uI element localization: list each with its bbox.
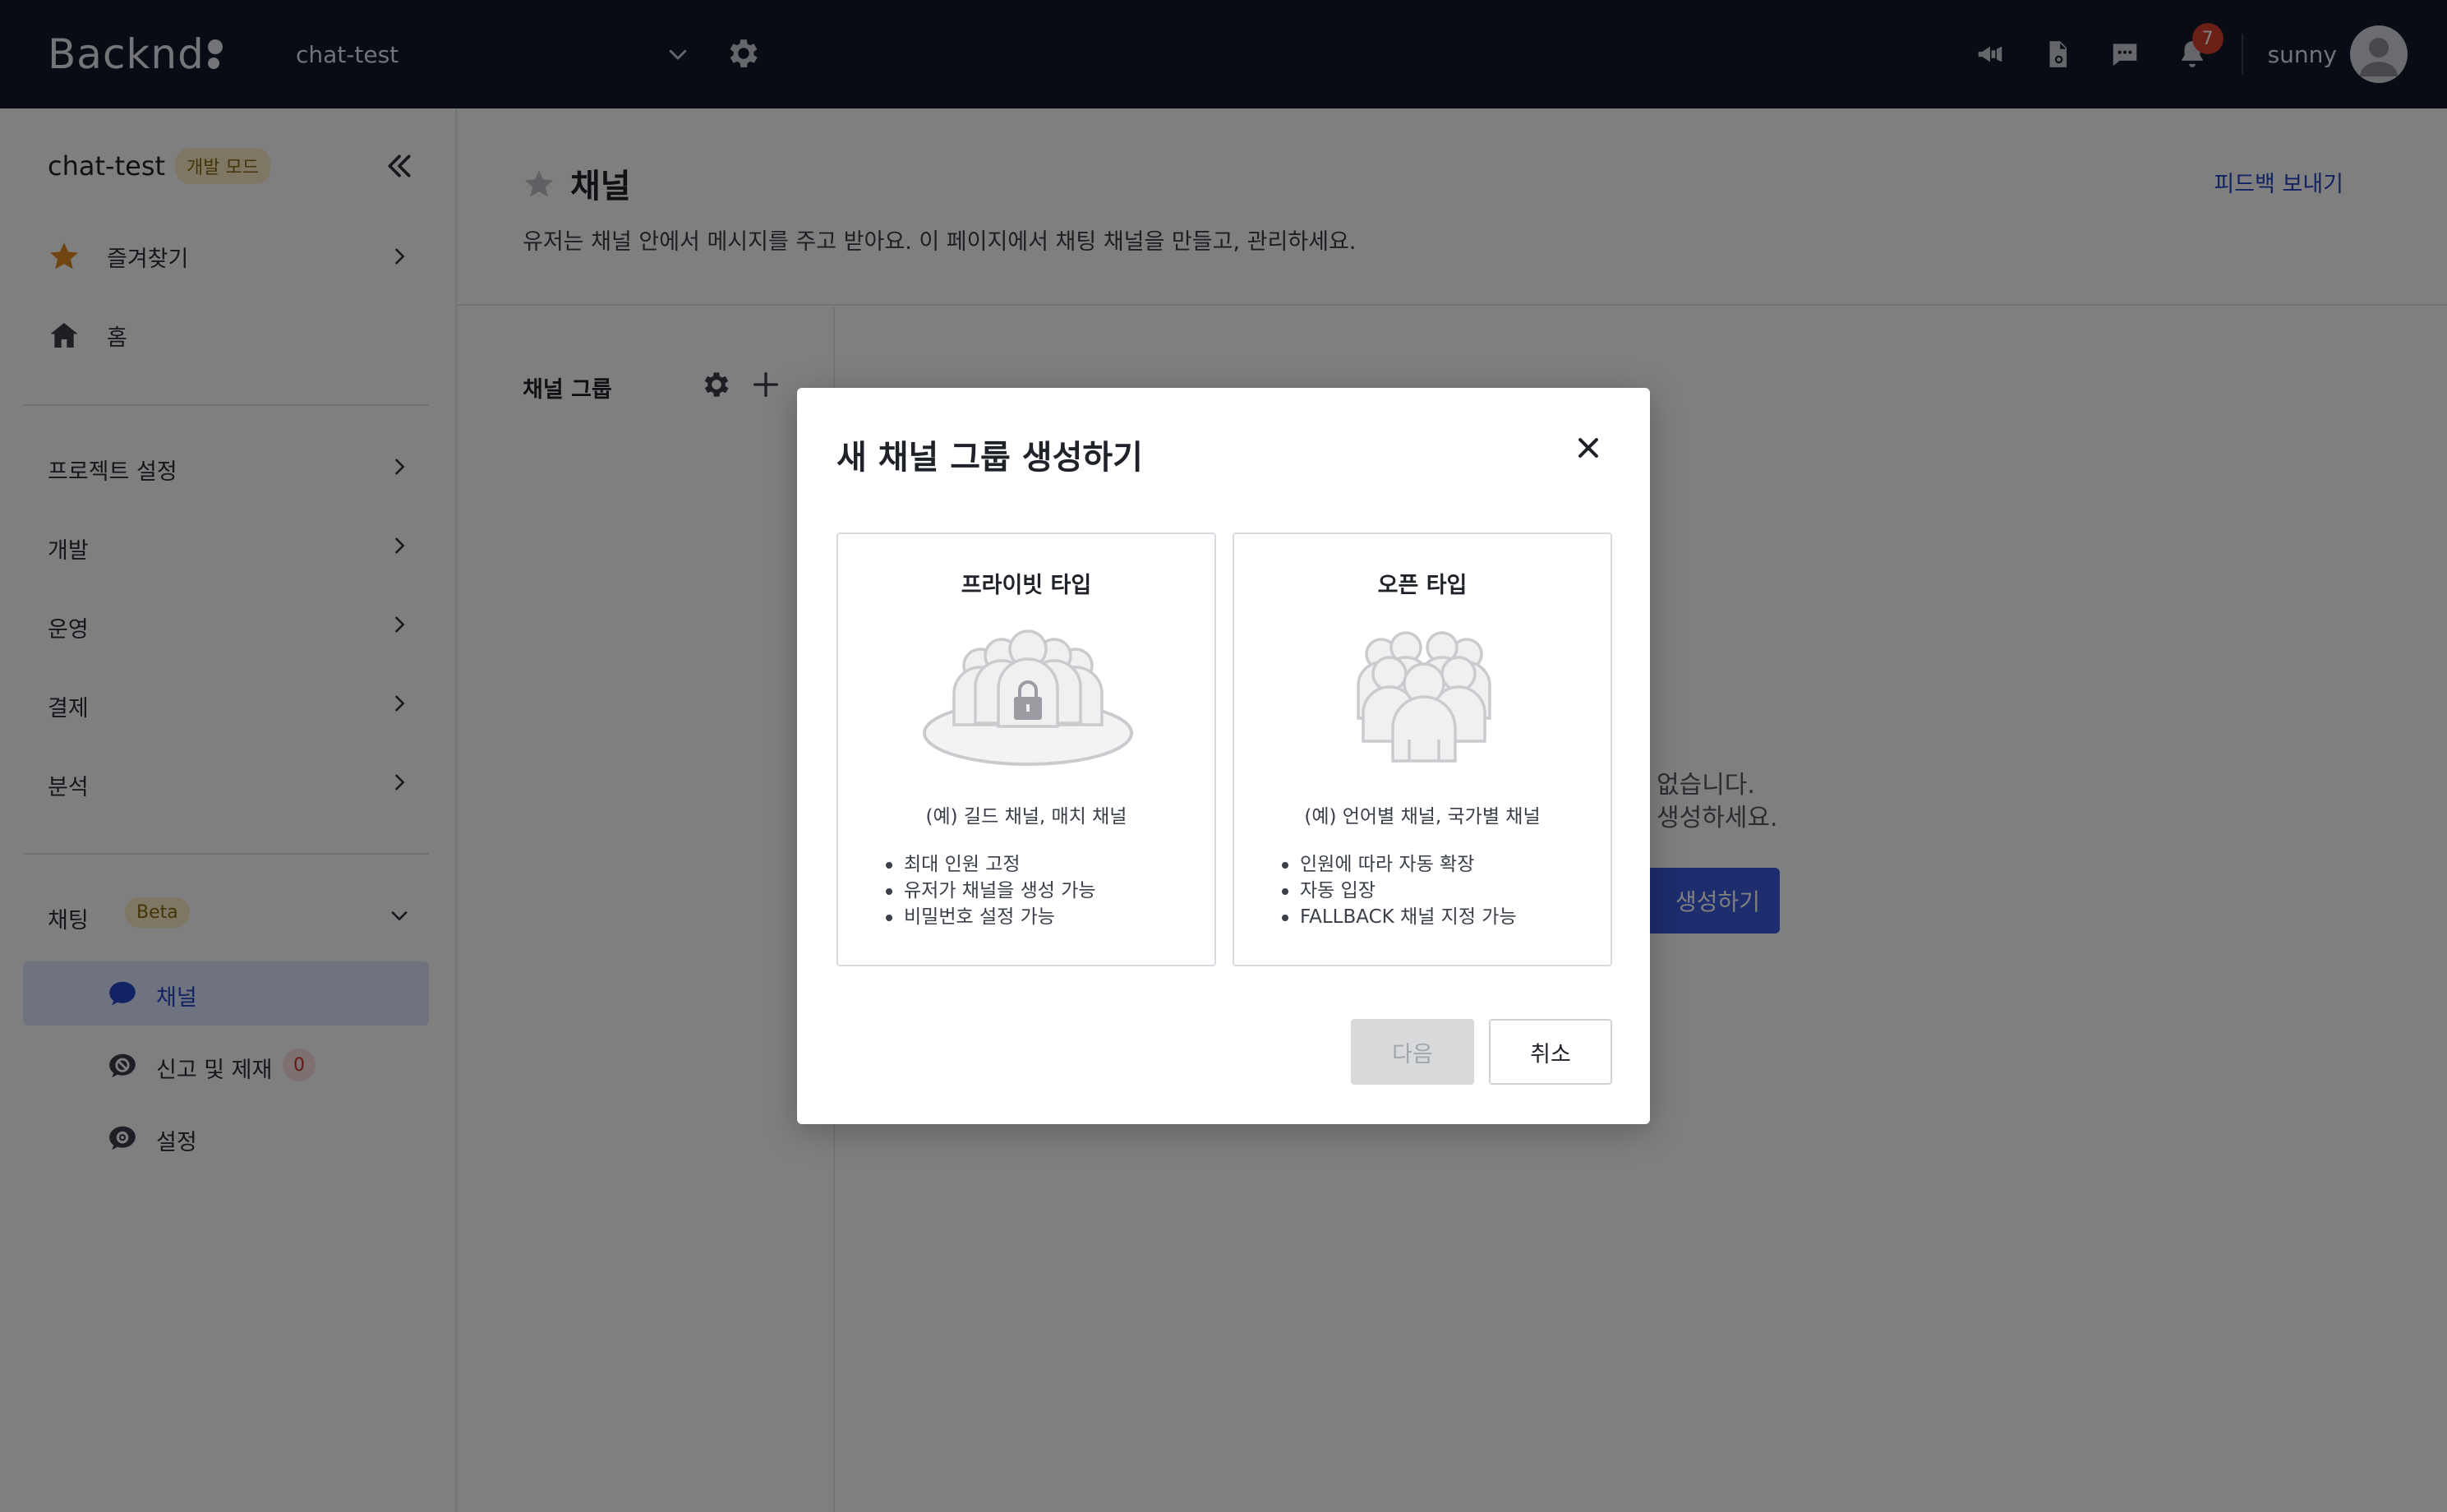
private-type-card[interactable]: 프라이빗 타입 (예) 길드 채널, 매치 채널 최대 인원 고정 유저가 채널… (836, 532, 1216, 966)
modal-title: 새 채널 그룹 생성하기 (836, 439, 1143, 477)
feature-item: 비밀번호 설정 가능 (886, 904, 1096, 930)
card-example-text: (예) 언어별 채널, 국가별 채널 (1304, 806, 1541, 827)
cancel-button[interactable]: 취소 (1489, 1019, 1612, 1085)
feature-item: 자동 입장 (1282, 878, 1517, 904)
card-example-text: (예) 길드 채널, 매치 채널 (925, 806, 1127, 827)
card-title: 오픈 타입 (1377, 573, 1468, 598)
open-feature-list: 인원에 따라 자동 확장 자동 입장 FALLBACK 채널 지정 가능 (1282, 851, 1517, 930)
open-group-illustration (1357, 631, 1491, 763)
private-group-illustration (923, 629, 1133, 766)
card-title: 프라이빗 타입 (961, 573, 1092, 598)
private-feature-list: 최대 인원 고정 유저가 채널을 생성 가능 비밀번호 설정 가능 (886, 851, 1096, 930)
open-type-card[interactable]: 오픈 타입 (예) 언어별 채널, 국가별 채널 인원에 따라 자동 확장 자동… (1233, 532, 1612, 966)
create-channel-group-modal: 새 채널 그룹 생성하기 프라이빗 타입 (예) 길드 채널, 매치 채널 최대… (797, 388, 1650, 1124)
next-button[interactable]: 다음 (1351, 1019, 1474, 1085)
feature-item: 유저가 채널을 생성 가능 (886, 878, 1096, 904)
feature-item: 인원에 따라 자동 확장 (1282, 851, 1517, 878)
feature-item: FALLBACK 채널 지정 가능 (1282, 904, 1517, 930)
feature-item: 최대 인원 고정 (886, 851, 1096, 878)
close-icon[interactable] (1574, 434, 1602, 462)
